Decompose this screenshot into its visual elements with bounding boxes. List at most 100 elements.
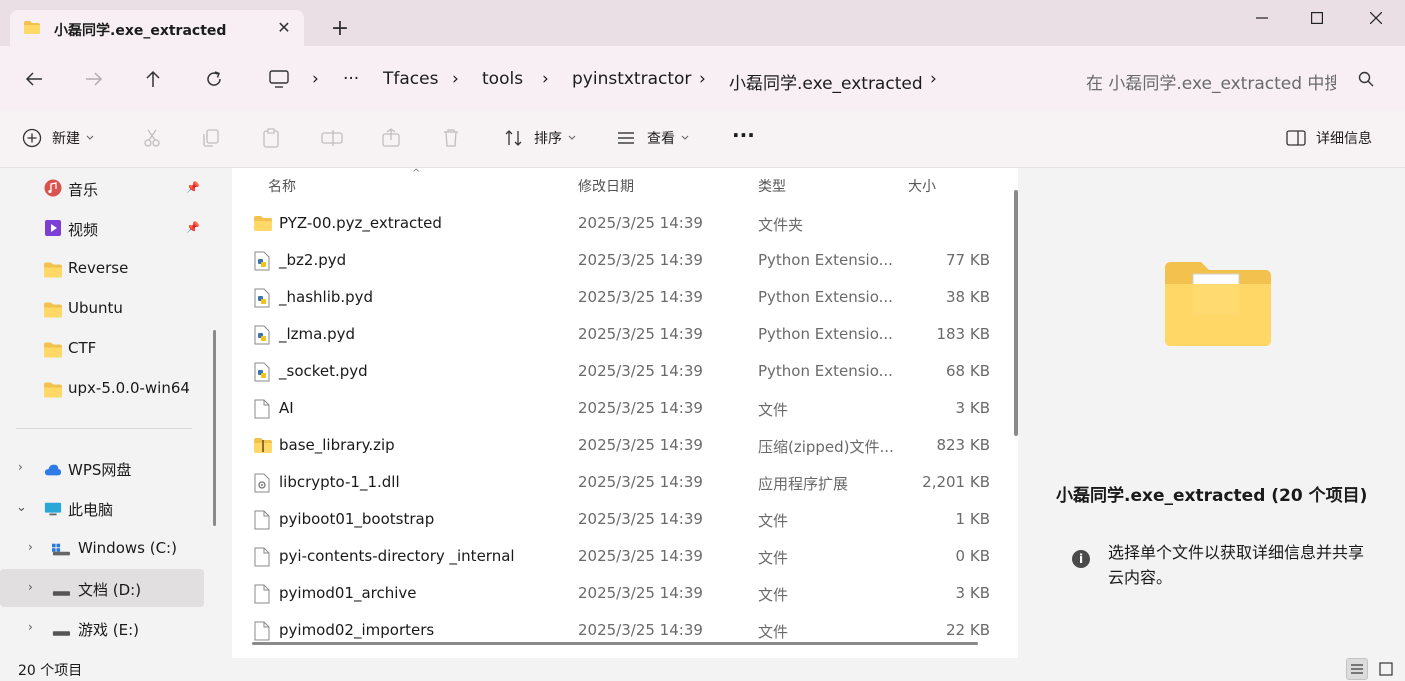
search-icon bbox=[1358, 71, 1374, 87]
details-info-text: 选择单个文件以获取详细信息并共享云内容。 bbox=[1108, 543, 1365, 587]
details-view-button[interactable] bbox=[1346, 658, 1368, 680]
chevron-right-icon[interactable]: › bbox=[28, 540, 33, 554]
cut-icon bbox=[144, 129, 160, 147]
file-row[interactable]: _lzma.pyd 2025/3/25 14:39 Python Extensio.… bbox=[232, 316, 1002, 353]
breadcrumb-item[interactable]: pyinstxtractor bbox=[572, 69, 691, 89]
more-options-button[interactable]: ··· bbox=[732, 123, 755, 147]
tab-current-folder[interactable]: 小磊同学.exe_extracted ✕ bbox=[10, 10, 304, 46]
breadcrumb-more[interactable]: ··· bbox=[343, 69, 359, 89]
sidebar-item-ubuntu[interactable]: Ubuntu bbox=[0, 289, 204, 327]
sidebar-item-label: 此电脑 bbox=[68, 501, 114, 519]
pin-icon: 📌 bbox=[186, 181, 200, 194]
close-window-button[interactable] bbox=[1348, 0, 1404, 36]
video-icon bbox=[45, 220, 61, 236]
file-row[interactable]: pyi-contents-directory _internal 2025/3/2… bbox=[232, 538, 1002, 575]
chevron-right-icon[interactable]: › bbox=[28, 620, 33, 634]
sidebar-item-music[interactable]: 音乐 📌 bbox=[0, 169, 204, 207]
column-header-date[interactable]: 修改日期 bbox=[578, 176, 634, 196]
cut-button[interactable] bbox=[142, 128, 162, 148]
sidebar-item-videos[interactable]: 视频 📌 bbox=[0, 209, 204, 247]
address-bar[interactable]: › ··· Tfaces › tools › pyinstxtractor › … bbox=[258, 62, 1056, 96]
up-button[interactable] bbox=[138, 64, 168, 94]
drive-icon bbox=[52, 591, 70, 596]
computer-icon bbox=[269, 70, 289, 88]
details-pane-button[interactable]: 详细信息 bbox=[1286, 128, 1372, 148]
file-list: ^ 名称 修改日期 类型 大小 PYZ-00.pyz_extracted 2025… bbox=[232, 168, 1018, 658]
python-file-icon bbox=[254, 288, 272, 308]
paste-icon bbox=[263, 128, 279, 148]
refresh-button[interactable] bbox=[199, 64, 229, 94]
file-size: 22 KB bbox=[946, 621, 990, 639]
breadcrumb-separator[interactable]: › bbox=[452, 69, 459, 89]
sidebar-item-wps-cloud[interactable]: › WPS网盘 bbox=[0, 449, 204, 487]
file-row[interactable]: _bz2.pyd 2025/3/25 14:39 Python Extensio..… bbox=[232, 242, 1002, 279]
file-list-vertical-scrollbar[interactable] bbox=[1014, 190, 1018, 436]
file-row[interactable]: _socket.pyd 2025/3/25 14:39 Python Extensi… bbox=[232, 353, 1002, 390]
file-type: 文件夹 bbox=[758, 216, 804, 234]
sort-button-label: 排序 bbox=[534, 131, 562, 147]
share-button[interactable] bbox=[381, 128, 401, 148]
breadcrumb-separator[interactable]: › bbox=[699, 69, 706, 89]
breadcrumb-item[interactable]: tools bbox=[482, 69, 523, 89]
tab-close-icon[interactable]: ✕ bbox=[274, 18, 294, 38]
delete-button[interactable] bbox=[442, 128, 460, 148]
copy-button[interactable] bbox=[201, 128, 221, 148]
sidebar-item-drive-e[interactable]: › 游戏 (E:) bbox=[0, 609, 204, 647]
sidebar-item-drive-d[interactable]: › 文档 (D:) bbox=[0, 569, 204, 607]
breadcrumb-separator[interactable]: › bbox=[930, 69, 937, 89]
file-type: 文件 bbox=[758, 549, 789, 567]
column-header-name[interactable]: 名称 bbox=[268, 176, 296, 196]
search-box[interactable]: 在 小磊同学.exe_extracted 中搜索 bbox=[1074, 62, 1392, 96]
file-row[interactable]: libcrypto-1_1.dll 2025/3/25 14:39 应用程序扩展 2,… bbox=[232, 464, 1002, 501]
sidebar-item-ctf[interactable]: CTF bbox=[0, 329, 204, 367]
zip-folder-icon bbox=[254, 436, 272, 456]
file-name: _socket.pyd bbox=[279, 362, 368, 380]
file-name: _lzma.pyd bbox=[279, 325, 356, 343]
sort-button[interactable]: 排序 bbox=[504, 128, 576, 148]
navigation-pane: 音乐 📌 视频 📌 Reverse Ubuntu CTF upx-5.0.0-w… bbox=[0, 168, 216, 658]
file-row[interactable]: _hashlib.pyd 2025/3/25 14:39 Python Extens… bbox=[232, 279, 1002, 316]
file-list-horizontal-scrollbar[interactable] bbox=[252, 642, 978, 645]
minimize-button[interactable] bbox=[1234, 0, 1290, 36]
file-date: 2025/3/25 14:39 bbox=[578, 436, 703, 454]
file-row[interactable]: base_library.zip 2025/3/25 14:39 压缩(zipped… bbox=[232, 427, 1002, 464]
sidebar-item-this-pc[interactable]: ⌄ 此电脑 bbox=[0, 489, 204, 527]
folder-icon bbox=[24, 21, 40, 34]
rename-button[interactable] bbox=[321, 128, 343, 148]
file-icon bbox=[254, 547, 272, 567]
breadcrumb-separator[interactable]: › bbox=[542, 69, 549, 89]
file-icon bbox=[254, 399, 272, 419]
sort-arrow-icon: ^ bbox=[412, 168, 421, 179]
file-name: AI bbox=[279, 399, 294, 417]
new-tab-button[interactable]: + bbox=[326, 15, 354, 43]
file-row[interactable]: pyimod01_archive 2025/3/25 14:39 文件 3 KB bbox=[232, 575, 1002, 612]
file-row[interactable]: AI 2025/3/25 14:39 文件 3 KB bbox=[232, 390, 1002, 427]
file-name: PYZ-00.pyz_extracted bbox=[279, 214, 442, 232]
maximize-button[interactable] bbox=[1289, 0, 1345, 36]
status-bar: 20 个项目 bbox=[0, 658, 1405, 681]
new-button[interactable]: 新建 bbox=[22, 128, 94, 148]
sidebar-scrollbar[interactable] bbox=[213, 330, 216, 526]
sidebar-item-upx[interactable]: upx-5.0.0-win64 bbox=[0, 369, 204, 407]
paste-button[interactable] bbox=[261, 128, 281, 148]
breadcrumb-item[interactable]: Tfaces bbox=[383, 69, 438, 89]
file-type: Python Extensio... bbox=[758, 325, 893, 343]
breadcrumb-item-current[interactable]: 小磊同学.exe_extracted bbox=[729, 69, 923, 94]
view-button[interactable]: 查看 bbox=[616, 128, 689, 148]
search-placeholder: 在 小磊同学.exe_extracted 中搜索 bbox=[1086, 74, 1336, 94]
back-button[interactable] bbox=[19, 64, 49, 94]
column-header-type[interactable]: 类型 bbox=[758, 176, 786, 196]
chevron-right-icon[interactable]: › bbox=[28, 580, 33, 594]
details-pane-label: 详细信息 bbox=[1316, 131, 1372, 147]
file-row[interactable]: PYZ-00.pyz_extracted 2025/3/25 14:39 文件夹 bbox=[232, 205, 1002, 242]
file-row[interactable]: pyiboot01_bootstrap 2025/3/25 14:39 文件 1 KB bbox=[232, 501, 1002, 538]
sidebar-item-reverse[interactable]: Reverse bbox=[0, 249, 204, 287]
forward-button[interactable] bbox=[79, 64, 109, 94]
column-header-size[interactable]: 大小 bbox=[908, 176, 936, 196]
chevron-right-icon[interactable]: › bbox=[18, 460, 23, 474]
sidebar-item-drive-c[interactable]: › Windows (C:) bbox=[0, 529, 204, 567]
cloud-icon bbox=[44, 464, 62, 476]
chevron-down-icon[interactable]: ⌄ bbox=[16, 500, 27, 515]
large-icons-view-button[interactable] bbox=[1375, 658, 1397, 680]
large-icons-view-icon bbox=[1379, 662, 1393, 676]
